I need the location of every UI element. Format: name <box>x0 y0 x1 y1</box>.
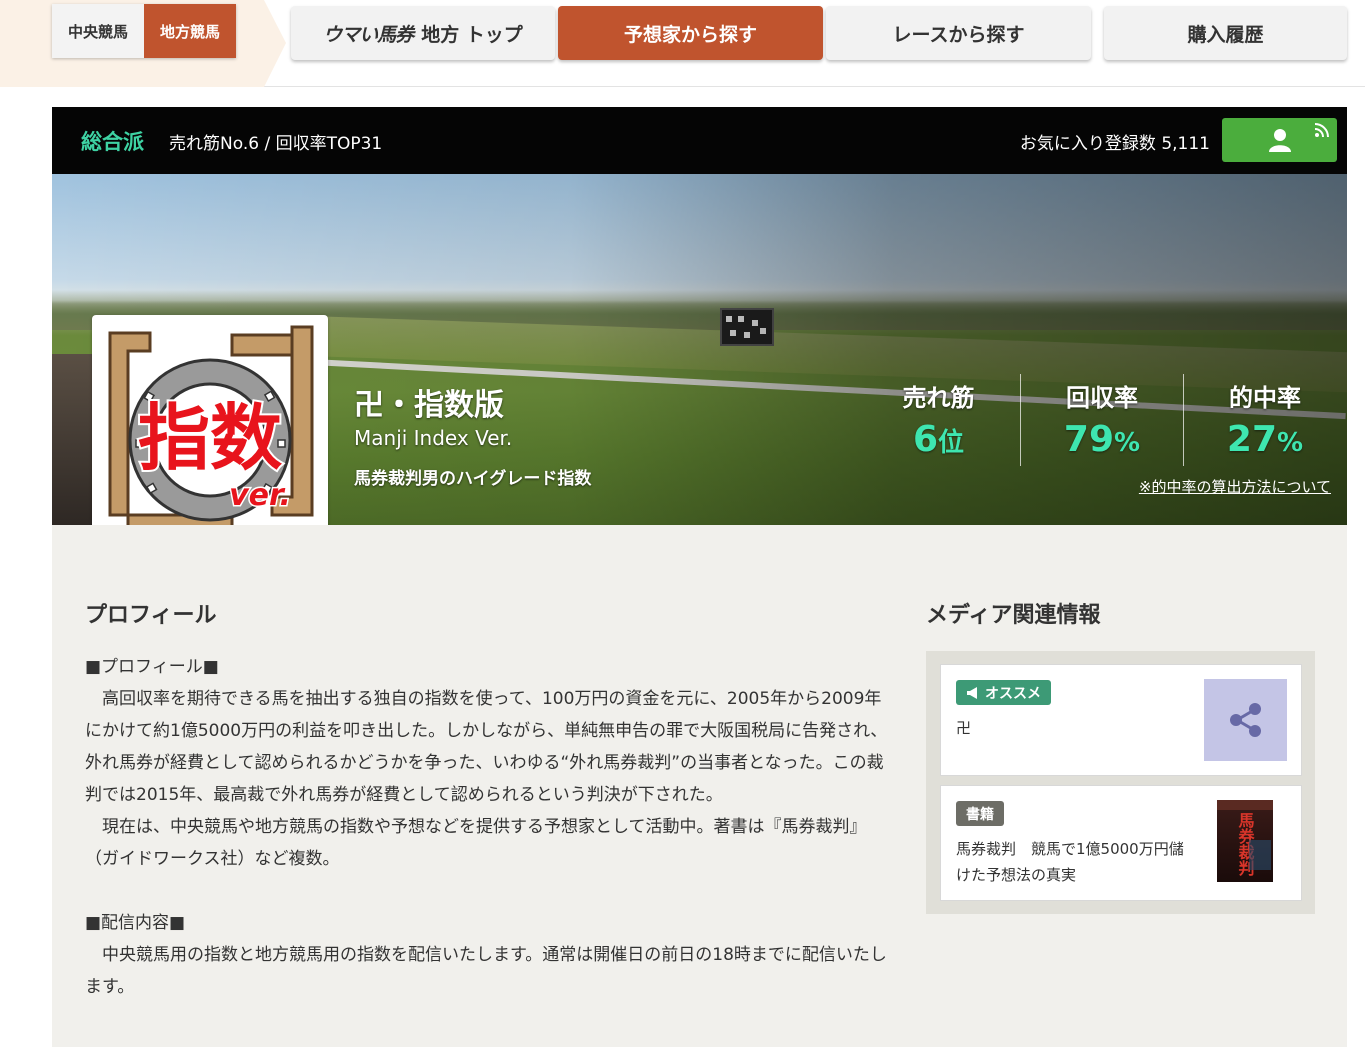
stat-return-rate-label: 回収率 <box>1066 384 1138 412</box>
search-by-predictor-button[interactable]: 予想家から探す <box>558 6 823 60</box>
profile-heading: プロフィール <box>85 603 217 628</box>
main-content: プロフィール ■プロフィール■ 高回収率を期待できる馬を抽出する独自の指数を使っ… <box>52 525 1347 1047</box>
local-top-label: 地方 トップ <box>421 23 523 46</box>
nav-arrow <box>264 0 286 87</box>
profile-spacer <box>85 875 890 907</box>
predictor-name: 卍・指数版 <box>354 388 504 423</box>
book-cover-image: 馬券裁判 <box>1217 800 1273 882</box>
predictor-tagline: 馬券裁判男のハイグレード指数 <box>354 469 592 489</box>
media-list: オススメ 卍 書籍 馬券裁判 競馬で1億5000万円儲けた予想法の真実 馬券裁判 <box>926 651 1315 914</box>
predictor-header-bar: 総合派 売れ筋No.6 / 回収率TOP31 お気に入り登録数 5,111 <box>52 107 1347 174</box>
profile-paragraph: 現在は、中央競馬や地方競馬の指数や予想などを提供する予想家として活動中。著書は『… <box>85 817 867 869</box>
stat-hit-rate-label: 的中率 <box>1229 384 1301 412</box>
category-switcher: 中央競馬 地方競馬 <box>52 4 236 58</box>
local-keiba-tab[interactable]: 地方競馬 <box>144 4 236 58</box>
profile-paragraph: 高回収率を期待できる馬を抽出する独自の指数を使って、100万円の資金を元に、20… <box>85 689 888 805</box>
share-thumbnail <box>1204 679 1287 761</box>
media-card-text: 馬券裁判 競馬で1億5000万円儲けた予想法の真実 <box>956 840 1184 884</box>
local-top-button[interactable]: ウマい馬券 地方 トップ <box>291 6 555 60</box>
rss-icon <box>1315 123 1329 137</box>
top-nav: 中央競馬 地方競馬 ウマい馬券 地方 トップ 予想家から探す レースから探す 購… <box>0 0 1365 87</box>
book-badge: 書籍 <box>956 801 1004 826</box>
favorites-count: お気に入り登録数 5,111 <box>1019 134 1210 154</box>
media-card-text: 卍 <box>956 719 972 737</box>
search-by-race-button[interactable]: レースから探す <box>826 6 1091 60</box>
profile-paragraph: ■配信内容■ <box>85 913 186 933</box>
stat-return-rate: 回収率 79% <box>1020 374 1183 466</box>
stat-popularity-label: 売れ筋 <box>902 384 975 412</box>
stat-return-rate-value: 79% <box>1063 419 1141 460</box>
media-card[interactable]: オススメ 卍 <box>940 664 1302 776</box>
stat-hit-rate: 的中率 27% <box>1183 374 1346 466</box>
hit-rate-method-link[interactable]: ※的中率の算出方法について <box>1139 476 1331 497</box>
profile-paragraph: ■プロフィール■ <box>85 657 219 677</box>
site-logo: ウマい馬券 <box>323 23 414 46</box>
category-label: 総合派 <box>81 130 144 154</box>
svg-text:ver.: ver. <box>229 478 291 513</box>
add-favorite-button[interactable] <box>1222 118 1337 162</box>
media-heading: メディア関連情報 <box>926 603 1101 628</box>
profile-paragraph: 中央競馬用の指数と地方競馬用の指数を配信いたします。通常は開催日の前日の18時ま… <box>85 945 887 997</box>
stat-hit-rate-value: 27% <box>1226 419 1304 460</box>
predictor-english-name: Manji Index Ver. <box>354 426 513 450</box>
svg-text:指数: 指数 <box>138 396 282 480</box>
central-keiba-tab[interactable]: 中央競馬 <box>52 4 144 58</box>
recommend-badge: オススメ <box>956 680 1051 705</box>
user-icon <box>1269 129 1291 152</box>
purchase-history-button[interactable]: 購入履歴 <box>1104 6 1347 60</box>
predictor-avatar: 指数 ver. <box>92 315 328 552</box>
stat-popularity: 売れ筋 6位 <box>857 374 1020 466</box>
stat-popularity-value: 6位 <box>912 419 965 460</box>
profile-text: ■プロフィール■ 高回収率を期待できる馬を抽出する独自の指数を使って、100万円… <box>85 651 890 1003</box>
media-card[interactable]: 書籍 馬券裁判 競馬で1億5000万円儲けた予想法の真実 馬券裁判 <box>940 785 1302 901</box>
avatar-logo-image: 指数 ver. <box>108 325 314 539</box>
rank-info: 売れ筋No.6 / 回収率TOP31 <box>169 134 383 154</box>
megaphone-icon <box>967 686 977 699</box>
share-icon <box>1230 703 1261 737</box>
